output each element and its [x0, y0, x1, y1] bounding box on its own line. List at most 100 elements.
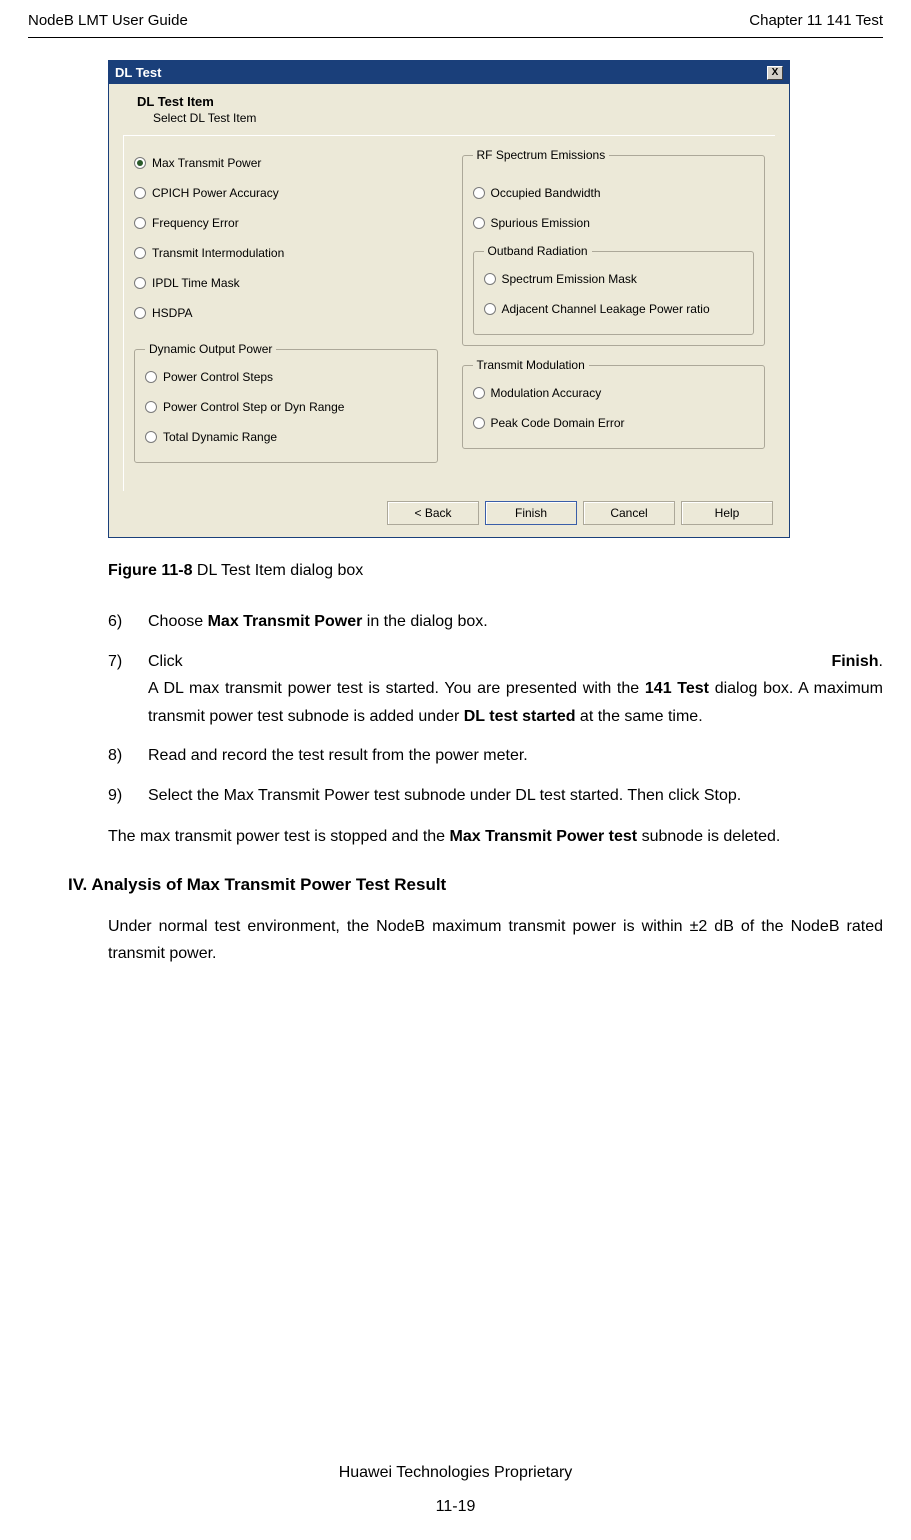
left-column: Max Transmit Power CPICH Power Accuracy … — [134, 148, 438, 475]
radio-icon — [145, 371, 157, 383]
radio-icon — [473, 217, 485, 229]
dl-test-item-header: DL Test Item — [119, 94, 779, 111]
dynamic-output-power-group: Dynamic Output Power Power Control Steps… — [134, 342, 438, 463]
radio-spurious-emission[interactable]: Spurious Emission — [473, 208, 755, 238]
radio-label: Spurious Emission — [491, 216, 590, 230]
page-header: NodeB LMT User Guide Chapter 11 141 Test — [0, 0, 911, 37]
group-legend: RF Spectrum Emissions — [473, 148, 610, 162]
procedure-steps: 6) Choose Max Transmit Power in the dial… — [108, 602, 883, 815]
radio-label: Peak Code Domain Error — [491, 416, 625, 430]
radio-label: Frequency Error — [152, 216, 239, 230]
step-bold: 141 Test — [645, 680, 709, 697]
radio-label: Modulation Accuracy — [491, 386, 602, 400]
radio-label: Spectrum Emission Mask — [502, 272, 637, 286]
radio-transmit-intermodulation[interactable]: Transmit Intermodulation — [134, 238, 438, 268]
step-click: Click — [148, 648, 183, 676]
dialog-titlebar: DL Test X — [109, 61, 789, 84]
radio-icon — [134, 157, 146, 169]
header-right: Chapter 11 141 Test — [749, 12, 883, 29]
footer-proprietary: Huawei Technologies Proprietary — [0, 1464, 911, 1482]
radio-label: HSDPA — [152, 306, 192, 320]
radio-icon — [134, 187, 146, 199]
step-text: Select the Max Transmit Power test subno… — [148, 782, 883, 810]
step-bold: Max Transmit Power — [208, 613, 363, 630]
radio-adjacent-channel-leakage[interactable]: Adjacent Channel Leakage Power ratio — [484, 294, 744, 324]
para-bold: Max Transmit Power test — [450, 828, 638, 845]
dl-test-item-sub: Select DL Test Item — [119, 111, 779, 129]
radio-icon — [484, 303, 496, 315]
step-7: 7) ClickFinish. A DL max transmit power … — [108, 642, 883, 737]
step-finish: Finish — [831, 653, 878, 670]
step-9: 9) Select the Max Transmit Power test su… — [108, 776, 883, 816]
step-text: in the dialog box. — [362, 613, 487, 630]
right-column: RF Spectrum Emissions Occupied Bandwidth… — [462, 148, 766, 475]
dialog-button-row: < Back Finish Cancel Help — [119, 491, 779, 525]
para-text: The max transmit power test is stopped a… — [108, 828, 450, 845]
radio-label: Power Control Step or Dyn Range — [163, 400, 344, 414]
dialog-title: DL Test — [115, 65, 161, 80]
transmit-modulation-group: Transmit Modulation Modulation Accuracy … — [462, 358, 766, 449]
radio-label: IPDL Time Mask — [152, 276, 240, 290]
radio-label: CPICH Power Accuracy — [152, 186, 279, 200]
radio-spectrum-emission-mask[interactable]: Spectrum Emission Mask — [484, 264, 744, 294]
step-number: 7) — [108, 648, 148, 731]
radio-icon — [484, 273, 496, 285]
radio-cpich-power-accuracy[interactable]: CPICH Power Accuracy — [134, 178, 438, 208]
radio-ipdl-time-mask[interactable]: IPDL Time Mask — [134, 268, 438, 298]
step-number: 6) — [108, 608, 148, 636]
radio-modulation-accuracy[interactable]: Modulation Accuracy — [473, 378, 755, 408]
step-number: 8) — [108, 742, 148, 770]
dl-test-dialog: DL Test X DL Test Item Select DL Test It… — [108, 60, 790, 538]
step-text: Read and record the test result from the… — [148, 742, 883, 770]
radio-max-transmit-power[interactable]: Max Transmit Power — [134, 148, 438, 178]
step-text: A DL max transmit power test is started.… — [148, 680, 645, 697]
radio-frequency-error[interactable]: Frequency Error — [134, 208, 438, 238]
radio-occupied-bandwidth[interactable]: Occupied Bandwidth — [473, 178, 755, 208]
radio-label: Adjacent Channel Leakage Power ratio — [502, 302, 710, 316]
group-legend: Transmit Modulation — [473, 358, 589, 372]
back-button[interactable]: < Back — [387, 501, 479, 525]
footer-page-number: 11-19 — [0, 1482, 911, 1516]
page-footer: Huawei Technologies Proprietary 11-19 — [0, 1464, 911, 1516]
radio-icon — [473, 417, 485, 429]
radio-power-control-steps[interactable]: Power Control Steps — [145, 362, 427, 392]
figure-caption: Figure 11-8 DL Test Item dialog box — [108, 538, 883, 602]
step-bold: DL test started — [464, 708, 576, 725]
radio-label: Transmit Intermodulation — [152, 246, 284, 260]
figure-text: DL Test Item dialog box — [197, 562, 363, 579]
radio-hsdpa[interactable]: HSDPA — [134, 298, 438, 328]
step-8: 8) Read and record the test result from … — [108, 736, 883, 776]
radio-power-control-step-dyn-range[interactable]: Power Control Step or Dyn Range — [145, 392, 427, 422]
radio-label: Occupied Bandwidth — [491, 186, 601, 200]
step-text: at the same time. — [575, 708, 702, 725]
radio-icon — [145, 431, 157, 443]
radio-icon — [473, 187, 485, 199]
radio-peak-code-domain-error[interactable]: Peak Code Domain Error — [473, 408, 755, 438]
dialog-main-panel: Max Transmit Power CPICH Power Accuracy … — [123, 135, 775, 491]
radio-icon — [145, 401, 157, 413]
rf-spectrum-emissions-group: RF Spectrum Emissions Occupied Bandwidth… — [462, 148, 766, 346]
step-number: 9) — [108, 782, 148, 810]
result-paragraph: The max transmit power test is stopped a… — [108, 815, 883, 859]
cancel-button[interactable]: Cancel — [583, 501, 675, 525]
finish-button[interactable]: Finish — [485, 501, 577, 525]
section-heading: IV. Analysis of Max Transmit Power Test … — [68, 859, 883, 905]
close-icon[interactable]: X — [767, 66, 783, 80]
radio-icon — [134, 277, 146, 289]
radio-icon — [134, 247, 146, 259]
help-button[interactable]: Help — [681, 501, 773, 525]
radio-icon — [134, 217, 146, 229]
para-text: subnode is deleted. — [637, 828, 780, 845]
step-text: Choose — [148, 613, 208, 630]
step-6: 6) Choose Max Transmit Power in the dial… — [108, 602, 883, 642]
radio-icon — [134, 307, 146, 319]
radio-label: Max Transmit Power — [152, 156, 261, 170]
outband-radiation-group: Outband Radiation Spectrum Emission Mask… — [473, 244, 755, 335]
radio-icon — [473, 387, 485, 399]
radio-label: Power Control Steps — [163, 370, 273, 384]
radio-label: Total Dynamic Range — [163, 430, 277, 444]
radio-total-dynamic-range[interactable]: Total Dynamic Range — [145, 422, 427, 452]
figure-number: Figure 11-8 — [108, 562, 197, 579]
group-legend: Outband Radiation — [484, 244, 592, 258]
header-left: NodeB LMT User Guide — [28, 12, 188, 29]
